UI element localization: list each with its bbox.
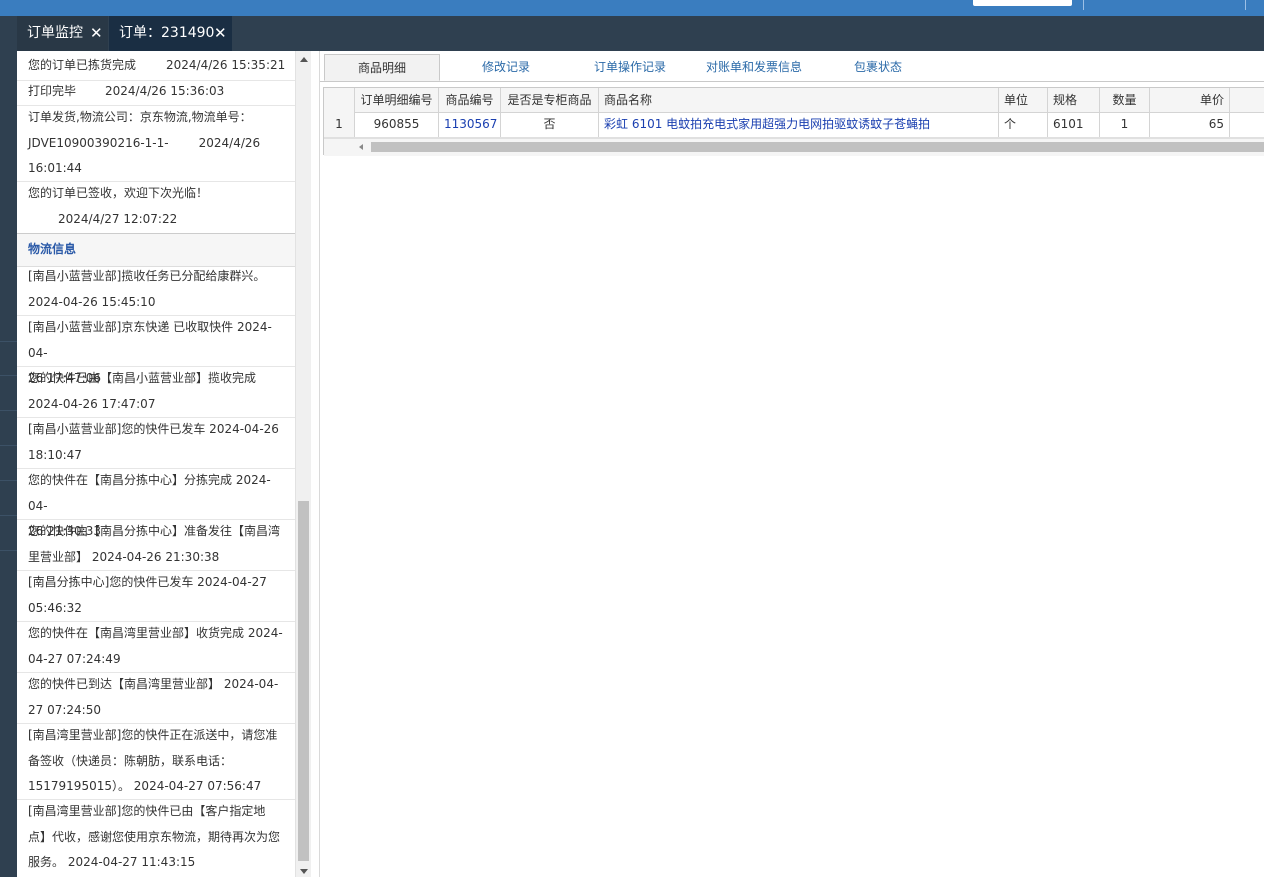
product-detail-grid: 订单明细编号 商品编号 是否是专柜商品 商品名称 单位 规格 数量 单价 1 9… [323,87,1264,156]
logistics-title: 物流信息 [28,242,77,256]
order-log-item: 订单发货,物流公司：京东物流,物流单号： JDVE10900390216-1-1… [28,110,261,175]
order-log-item: 您的订单已拣货完成 2024/4/26 15:35:21 [28,58,286,72]
logistics-item: 您的快件由【南昌分拣中心】准备发往【南昌湾 里营业部】 2024-04-26 21… [28,524,281,564]
grid-header-row: 订单明细编号 商品编号 是否是专柜商品 商品名称 单位 规格 数量 单价 [324,88,1264,113]
detail-id-cell: 960855 [355,112,439,137]
logistics-item: [南昌湾里营业部]您的快件已由【客户指定地 点】代收，感谢您使用京东物流，期待再次… [28,804,281,869]
logistics-item: [南昌小蓝营业部]揽收任务已分配给康群兴。 2024-04-26 15:45:10 [28,269,266,309]
panel-splitter [311,51,320,877]
column-header[interactable]: 规格 [1048,88,1100,112]
tab-package-status[interactable]: 包裹状态 [820,54,936,81]
column-header[interactable]: 订单明细编号 [355,88,439,112]
column-header[interactable]: 商品编号 [439,88,501,112]
grid-horizontal-scrollbar[interactable] [324,138,1264,156]
header-divider-right [1245,0,1246,10]
spec-cell: 6101 [1048,112,1100,137]
tab-label: 订单：231490 [119,25,215,41]
tab-product-details[interactable]: 商品明细 [324,54,440,81]
close-icon[interactable]: ✕ [90,16,103,51]
scroll-down-arrow-icon[interactable] [300,869,308,874]
order-log-item: 您的订单已签收，欢迎下次光临！ 2024/4/27 12:07:22 [28,186,209,226]
scroll-thumb[interactable] [298,501,309,861]
header-search-box[interactable] [973,0,1072,6]
sidebar-collapsed-strip [0,51,17,877]
table-row[interactable]: 1 960855 1130567 否 彩虹 6101 电蚊拍充电式家用超强力电网… [324,112,1264,138]
page-tab-bar: 订单监控 ✕ 订单：231490 ✕ [0,16,1264,51]
product-id-link[interactable]: 1130567 [439,112,501,137]
column-header[interactable]: 单位 [999,88,1048,112]
logistics-item: 您的快件已到达【南昌湾里营业部】 2024-04- 27 07:24:50 [28,677,279,717]
product-name-link[interactable]: 彩虹 6101 电蚊拍充电式家用超强力电网拍驱蚊诱蚊子苍蝇拍 [599,112,999,137]
scroll-up-arrow-icon[interactable] [300,57,308,62]
logistics-item: 您的快件在【南昌湾里营业部】收货完成 2024- 04-27 07:24:49 [28,626,283,666]
tab-statement-invoice[interactable]: 对账单和发票信息 [696,54,812,81]
horizontal-scroll-thumb[interactable] [371,142,1264,152]
column-header[interactable]: 数量 [1100,88,1150,112]
logistics-item: 您的快件已由【南昌小蓝营业部】揽收完成 2024-04-26 17:47:07 [28,371,257,411]
logistics-item: [南昌小蓝营业部]您的快件已发车 2024-04-26 18:10:47 [28,422,279,462]
scroll-left-arrow-icon[interactable] [359,144,363,150]
column-header[interactable]: 单价 [1150,88,1230,112]
tab-order-detail[interactable]: 订单：231490 ✕ [109,16,232,51]
tab-order-operation-log[interactable]: 订单操作记录 [572,54,688,81]
left-panel-scrollbar[interactable] [295,51,311,877]
close-icon[interactable]: ✕ [214,16,227,51]
unit-cell: 个 [999,112,1048,137]
tab-label: 订单监控 [27,25,83,41]
top-header-bar [0,0,1264,16]
detail-tab-bar: 商品明细 修改记录 订单操作记录 对账单和发票信息 包裹状态 [320,51,1264,82]
column-header[interactable]: 商品名称 [599,88,999,112]
quantity-cell: 1 [1100,112,1150,137]
header-divider [1083,0,1084,10]
logistics-section-header: 物流信息 [17,233,295,267]
tab-modification-log[interactable]: 修改记录 [448,54,564,81]
logistics-item: [南昌分拣中心]您的快件已发车 2024-04-27 05:46:32 [28,575,267,615]
order-log-panel: 您的订单已拣货完成 2024/4/26 15:35:21 打印完毕 2024/4/2… [17,51,295,877]
row-number: 1 [324,112,355,137]
tab-order-monitor[interactable]: 订单监控 ✕ [17,16,108,51]
price-cell: 65 [1150,112,1230,137]
counter-flag-cell: 否 [501,112,599,137]
column-header[interactable]: 是否是专柜商品 [501,88,599,112]
logistics-item: [南昌湾里营业部]您的快件正在派送中，请您准 备签收（快递员：陈朝肪，联系电话： 1… [28,728,278,793]
order-log-item: 打印完毕 2024/4/26 15:36:03 [28,84,225,98]
rownum-header [324,88,355,112]
